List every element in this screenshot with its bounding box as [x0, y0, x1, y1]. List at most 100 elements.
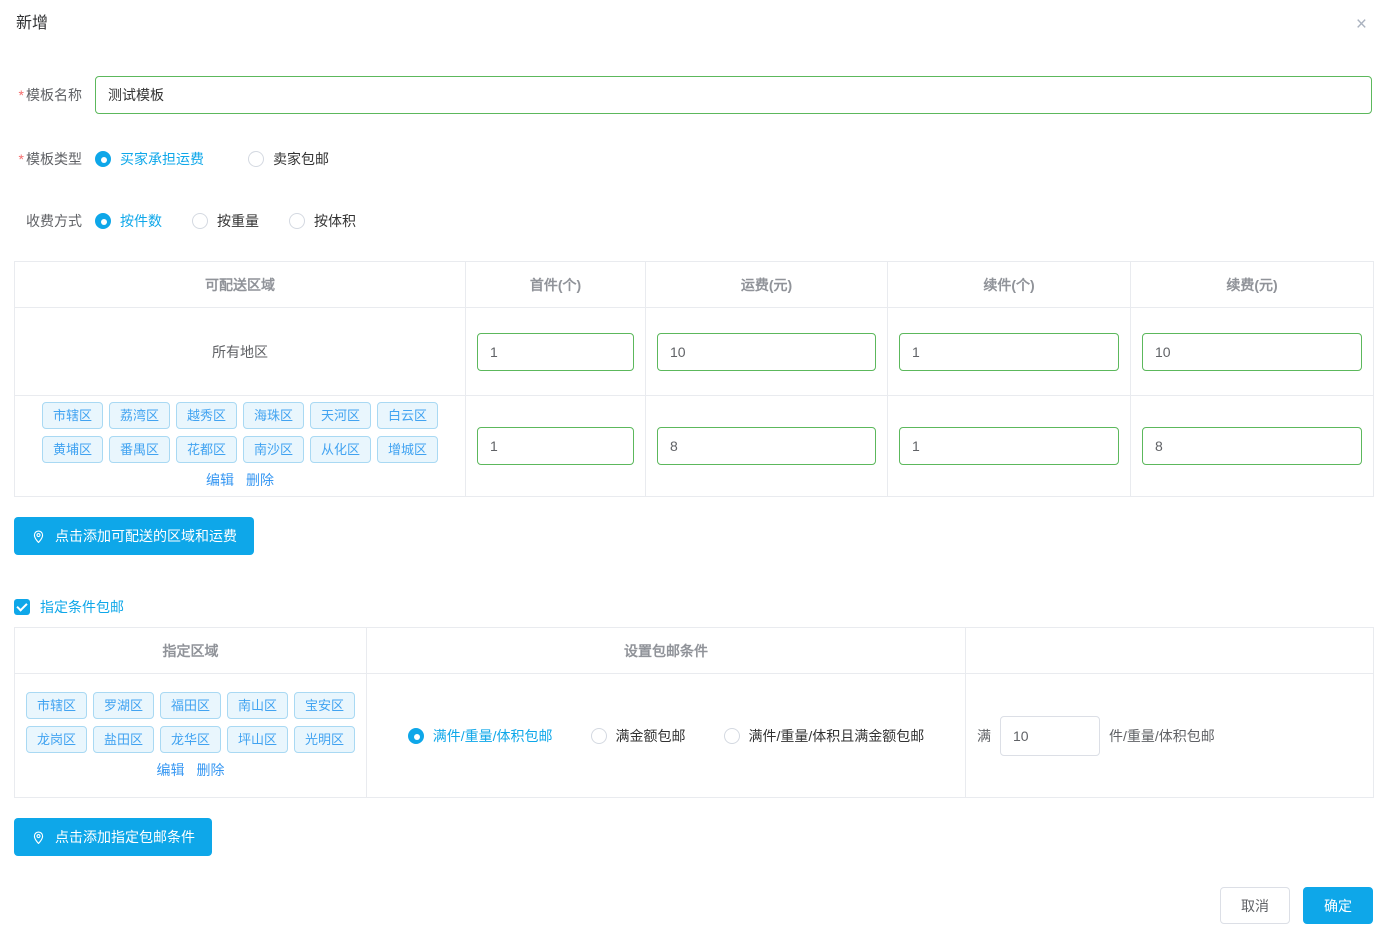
shipping-fee-table: 可配送区域 首件(个) 运费(元) 续件(个) 续费(元) 所有地区 市辖区 荔…	[14, 261, 1374, 497]
radio-qty-weight-volume-free[interactable]: 满件/重量/体积包邮	[408, 726, 553, 746]
shipping-fee-input[interactable]	[657, 427, 876, 465]
radio-buyer-pays-shipping[interactable]: 买家承担运费	[95, 149, 204, 169]
col-header-additional-fee: 续费(元)	[1131, 262, 1374, 308]
region-tag: 增城区	[377, 436, 438, 463]
dialog-title: 新增	[16, 13, 48, 35]
col-header-empty	[966, 628, 1374, 674]
table-header-row: 可配送区域 首件(个) 运费(元) 续件(个) 续费(元)	[15, 262, 1374, 308]
close-icon[interactable]: ×	[1352, 13, 1371, 36]
table-row: 市辖区 罗湖区 福田区 南山区 宝安区 龙岗区 盐田区 龙华区 坪山区 光明区 …	[15, 674, 1374, 798]
charge-method-radio-group: 按件数 按重量 按体积	[95, 211, 386, 231]
threshold-prefix: 满	[977, 726, 991, 746]
template-type-row: *模板类型 买家承担运费 卖家包邮	[14, 149, 1372, 169]
additional-qty-input[interactable]	[899, 427, 1119, 465]
region-tag: 光明区	[294, 726, 355, 753]
location-pin-icon	[31, 529, 46, 544]
radio-label: 满件/重量/体积包邮	[433, 726, 553, 746]
template-name-row: *模板名称	[14, 76, 1372, 114]
radio-by-volume[interactable]: 按体积	[289, 211, 356, 231]
delete-link[interactable]: 删除	[246, 470, 274, 490]
additional-fee-input[interactable]	[1142, 427, 1362, 465]
radio-qty-and-amount-free[interactable]: 满件/重量/体积且满金额包邮	[724, 726, 925, 746]
confirm-button[interactable]: 确定	[1303, 887, 1373, 924]
region-tag: 黄埔区	[42, 436, 103, 463]
charge-method-row: 收费方式 按件数 按重量 按体积	[14, 211, 1372, 231]
region-all-areas: 所有地区	[212, 344, 268, 360]
add-template-dialog: 新增 × *模板名称 *模板类型 买家承担运费 卖家包邮 收费方式 按件数	[0, 0, 1387, 856]
checkbox-checked-icon[interactable]	[14, 599, 30, 615]
radio-by-piece[interactable]: 按件数	[95, 211, 162, 231]
table-header-row: 指定区域 设置包邮条件	[15, 628, 1374, 674]
table-row: 所有地区	[15, 308, 1374, 396]
region-tag: 罗湖区	[93, 692, 154, 719]
template-name-label-text: 模板名称	[26, 87, 82, 103]
region-tag: 龙华区	[160, 726, 221, 753]
radio-label: 卖家包邮	[273, 149, 329, 169]
radio-amount-free[interactable]: 满金额包邮	[591, 726, 686, 746]
region-tag: 番禺区	[109, 436, 170, 463]
radio-unselected-icon	[289, 213, 305, 229]
conditional-free-shipping-label: 指定条件包邮	[40, 597, 124, 617]
radio-seller-free-shipping[interactable]: 卖家包邮	[248, 149, 329, 169]
threshold-value-input[interactable]	[1000, 716, 1100, 756]
region-tag: 盐田区	[93, 726, 154, 753]
radio-unselected-icon	[248, 151, 264, 167]
region-tag: 花都区	[176, 436, 237, 463]
conditional-free-shipping-checkbox-row[interactable]: 指定条件包邮	[14, 597, 1387, 617]
dialog-footer: 取消 确定	[1220, 887, 1373, 924]
condition-radio-group: 满件/重量/体积包邮 满金额包邮 满件/重量/体积且满金额包邮	[367, 726, 965, 746]
cancel-button[interactable]: 取消	[1220, 887, 1290, 924]
region-tag: 福田区	[160, 692, 221, 719]
radio-by-weight[interactable]: 按重量	[192, 211, 259, 231]
region-tag: 荔湾区	[109, 402, 170, 429]
region-tag: 宝安区	[294, 692, 355, 719]
region-tag: 龙岗区	[26, 726, 87, 753]
region-tag: 南沙区	[243, 436, 304, 463]
radio-label: 买家承担运费	[120, 149, 204, 169]
radio-selected-icon	[95, 151, 111, 167]
first-qty-input[interactable]	[477, 333, 634, 371]
region-tag: 海珠区	[243, 402, 304, 429]
region-tag-list: 市辖区 罗湖区 福田区 南山区 宝安区 龙岗区 盐田区 龙华区 坪山区 光明区 …	[15, 686, 366, 786]
required-asterisk: *	[19, 151, 24, 167]
edit-link[interactable]: 编辑	[206, 470, 234, 490]
radio-unselected-icon	[192, 213, 208, 229]
add-region-fee-button-label: 点击添加可配送的区域和运费	[55, 526, 237, 546]
location-pin-icon	[31, 830, 46, 845]
table-row: 市辖区 荔湾区 越秀区 海珠区 天河区 白云区 黄埔区 番禺区 花都区 南沙区 …	[15, 396, 1374, 497]
edit-link[interactable]: 编辑	[157, 760, 185, 780]
radio-selected-icon	[408, 728, 424, 744]
shipping-fee-input[interactable]	[657, 333, 876, 371]
col-header-condition-setting: 设置包邮条件	[367, 628, 966, 674]
charge-method-label: 收费方式	[14, 211, 82, 231]
col-header-specified-region: 指定区域	[15, 628, 367, 674]
radio-unselected-icon	[724, 728, 740, 744]
radio-label: 满件/重量/体积且满金额包邮	[749, 726, 925, 746]
additional-qty-input[interactable]	[899, 333, 1119, 371]
radio-label: 满金额包邮	[616, 726, 686, 746]
region-tag: 市辖区	[26, 692, 87, 719]
template-name-input[interactable]	[95, 76, 1372, 114]
region-tag: 白云区	[377, 402, 438, 429]
free-shipping-condition-table: 指定区域 设置包邮条件 市辖区 罗湖区 福田区 南山区 宝安区 龙岗区 盐田区 …	[14, 627, 1374, 798]
radio-label: 按重量	[217, 211, 259, 231]
additional-fee-input[interactable]	[1142, 333, 1362, 371]
radio-unselected-icon	[591, 728, 607, 744]
first-qty-input[interactable]	[477, 427, 634, 465]
template-name-label: *模板名称	[14, 85, 82, 105]
radio-selected-icon	[95, 213, 111, 229]
radio-label: 按件数	[120, 211, 162, 231]
threshold-cell: 满 件/重量/体积包邮	[966, 716, 1373, 756]
add-region-fee-button[interactable]: 点击添加可配送的区域和运费	[14, 517, 254, 555]
required-asterisk: *	[19, 87, 24, 103]
template-type-label: *模板类型	[14, 149, 82, 169]
threshold-suffix: 件/重量/体积包邮	[1109, 726, 1215, 746]
dialog-header: 新增 ×	[0, 0, 1387, 36]
region-tag: 市辖区	[42, 402, 103, 429]
delete-link[interactable]: 删除	[197, 760, 225, 780]
radio-label: 按体积	[314, 211, 356, 231]
region-tag: 越秀区	[176, 402, 237, 429]
region-tag: 坪山区	[227, 726, 288, 753]
add-free-shipping-condition-button[interactable]: 点击添加指定包邮条件	[14, 818, 212, 856]
region-tag: 天河区	[310, 402, 371, 429]
